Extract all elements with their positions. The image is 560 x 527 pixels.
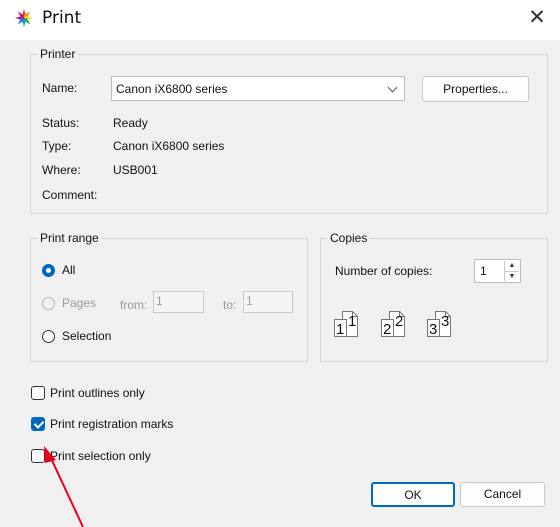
annotation-arrow-icon [44,446,84,527]
